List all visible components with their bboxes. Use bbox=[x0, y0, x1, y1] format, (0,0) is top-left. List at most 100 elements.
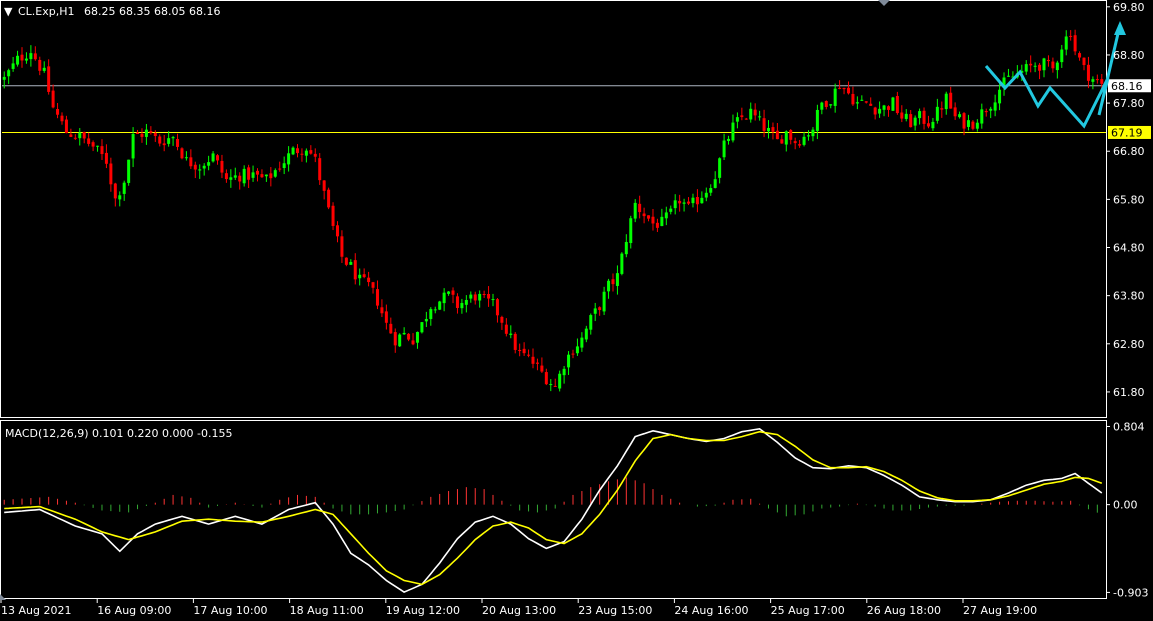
signal-line bbox=[4, 430, 1103, 586]
candle-body bbox=[180, 148, 184, 159]
macd-line bbox=[4, 427, 1103, 594]
candle-body bbox=[727, 138, 731, 141]
candle-body bbox=[100, 146, 104, 155]
candle-body bbox=[602, 291, 606, 312]
candle-body bbox=[362, 274, 366, 278]
candle-body bbox=[886, 106, 890, 110]
candle-body bbox=[931, 121, 935, 129]
candle-body bbox=[398, 334, 402, 347]
candle-body bbox=[829, 104, 833, 106]
candle-body bbox=[589, 315, 593, 330]
candle-body bbox=[571, 353, 575, 355]
candle-body bbox=[367, 277, 371, 283]
candle-body bbox=[753, 109, 757, 116]
candle-body bbox=[584, 328, 588, 340]
candle-body bbox=[598, 307, 602, 311]
candle-body bbox=[136, 132, 140, 134]
candle-body bbox=[567, 354, 571, 368]
time-tick-label: 17 Aug 10:00 bbox=[193, 604, 267, 617]
candle-body bbox=[327, 189, 331, 208]
candle-body bbox=[233, 175, 237, 178]
time-tick-label: 27 Aug 19:00 bbox=[963, 604, 1037, 617]
candle-body bbox=[11, 63, 15, 69]
candle-body bbox=[60, 115, 64, 122]
candle-body bbox=[131, 133, 135, 159]
forecast-path bbox=[984, 21, 1126, 129]
candle-body bbox=[1060, 49, 1064, 63]
candle-body bbox=[331, 205, 335, 226]
candle-body bbox=[433, 309, 437, 311]
candle-body bbox=[429, 309, 433, 320]
candle-body bbox=[469, 294, 473, 299]
candle-body bbox=[918, 111, 922, 119]
scroll-marker-icon[interactable] bbox=[0, 594, 6, 600]
candle-body bbox=[1073, 35, 1077, 52]
candle-body bbox=[1069, 35, 1073, 37]
candle-body bbox=[651, 216, 655, 224]
candle-body bbox=[113, 183, 117, 199]
shift-marker-icon[interactable] bbox=[878, 0, 890, 6]
candle-body bbox=[722, 140, 726, 158]
candle-body bbox=[313, 153, 317, 157]
candle-body bbox=[615, 273, 619, 286]
candle-body bbox=[353, 260, 357, 280]
candle-body bbox=[176, 138, 180, 147]
candle-body bbox=[647, 215, 651, 219]
macd-lines bbox=[4, 427, 1103, 594]
candle-body bbox=[1051, 61, 1055, 69]
candle-body bbox=[411, 340, 415, 345]
candle-body bbox=[144, 129, 148, 137]
candle-body bbox=[87, 138, 91, 144]
candle-body bbox=[687, 201, 691, 204]
candle-body bbox=[553, 385, 557, 387]
candle-body bbox=[611, 279, 615, 285]
candle-body bbox=[833, 88, 837, 106]
candle-body bbox=[224, 173, 228, 180]
price-tick-label: 63.80 bbox=[1113, 290, 1145, 303]
candle-body bbox=[780, 139, 784, 144]
macd-tick-label: -0.903 bbox=[1113, 586, 1148, 599]
candle-body bbox=[464, 299, 468, 305]
candle-body bbox=[184, 157, 188, 159]
candle-body bbox=[562, 368, 566, 376]
candle-body bbox=[811, 129, 815, 137]
candle-body bbox=[491, 299, 495, 301]
candle-body bbox=[882, 105, 886, 110]
candle-body bbox=[749, 108, 753, 120]
candle-body bbox=[664, 212, 668, 219]
time-tick-label: 25 Aug 17:00 bbox=[771, 604, 845, 617]
candle-body bbox=[509, 333, 513, 335]
candle-body bbox=[593, 308, 597, 314]
candle-body bbox=[247, 167, 251, 180]
candle-body bbox=[860, 99, 864, 101]
candle-body bbox=[1091, 79, 1095, 82]
candle-body bbox=[660, 216, 664, 227]
candle-body bbox=[109, 163, 113, 185]
candle-body bbox=[424, 318, 428, 322]
candle-body bbox=[162, 143, 166, 146]
chart-canvas[interactable]: ▼ CL.Exp,H1 68.25 68.35 68.05 68.16 MACD… bbox=[0, 0, 1153, 621]
candle-body bbox=[691, 197, 695, 204]
price-tick-label: 65.80 bbox=[1113, 193, 1145, 206]
candle-body bbox=[264, 174, 268, 177]
candle-body bbox=[56, 108, 60, 115]
candle-body bbox=[478, 293, 482, 301]
time-tick-label: 18 Aug 11:00 bbox=[290, 604, 364, 617]
candle-body bbox=[256, 170, 260, 175]
candle-body bbox=[1086, 64, 1090, 81]
candle-body bbox=[851, 93, 855, 105]
candle-body bbox=[793, 141, 797, 144]
price-tick-label: 62.80 bbox=[1113, 338, 1145, 351]
candle-body bbox=[451, 290, 455, 295]
candle-body bbox=[278, 168, 282, 170]
candle-body bbox=[775, 130, 779, 140]
candle-body bbox=[500, 316, 504, 323]
candle-body bbox=[580, 337, 584, 348]
candle-body bbox=[895, 95, 899, 114]
candle-body bbox=[309, 150, 313, 154]
candle-body bbox=[193, 164, 197, 170]
chart-menu-icon[interactable]: ▼ bbox=[4, 5, 13, 18]
candle-body bbox=[926, 123, 930, 127]
candle-body bbox=[78, 132, 82, 139]
candle-body bbox=[944, 93, 948, 110]
